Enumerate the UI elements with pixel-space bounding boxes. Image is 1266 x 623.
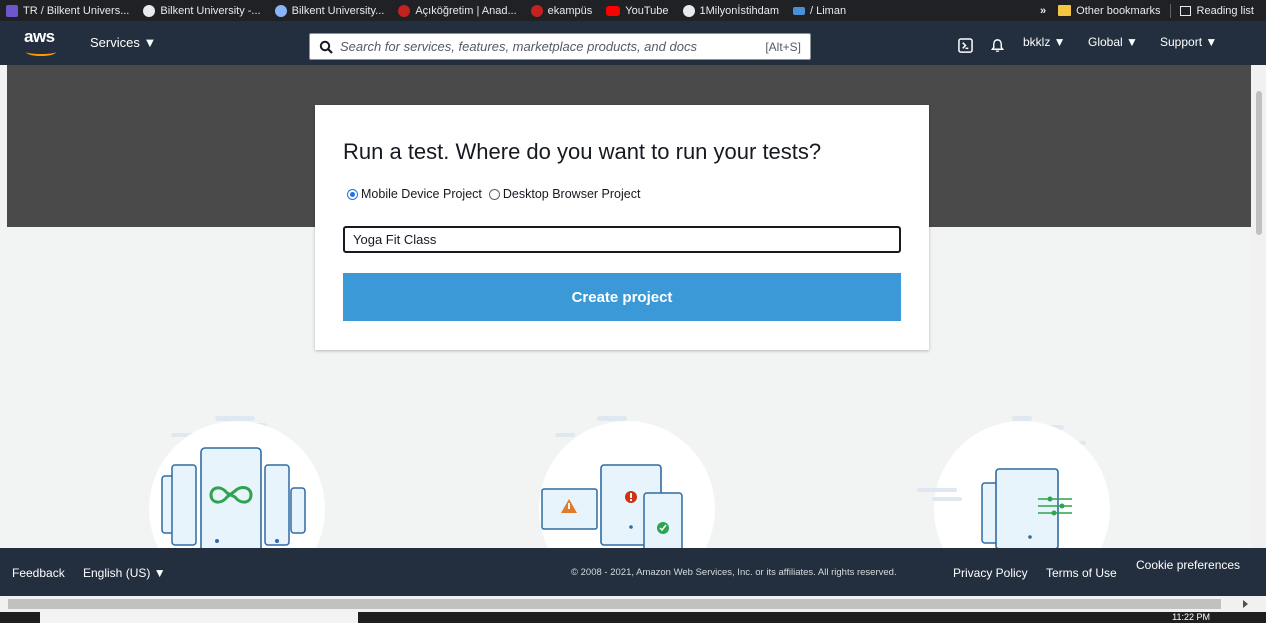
- user-menu[interactable]: bkklz ▼: [1023, 35, 1066, 49]
- create-project-button[interactable]: Create project: [343, 273, 901, 321]
- aws-nav-bar: aws Services ▼ [Alt+S] bkklz ▼ Global ▼ …: [0, 21, 1266, 65]
- search-icon: [319, 40, 333, 54]
- radio-mobile-label[interactable]: Mobile Device Project: [361, 187, 482, 201]
- test-results-illustration: [539, 416, 715, 548]
- bookmark-1milyonistihdam[interactable]: 1Milyonİstihdam: [682, 4, 779, 17]
- cookie-preferences-link[interactable]: Cookie preferences: [1136, 558, 1240, 572]
- radio-desktop-label[interactable]: Desktop Browser Project: [503, 187, 641, 201]
- bookmarks-bar: TR / Bilkent Univers... Bilkent Universi…: [0, 0, 1266, 21]
- aws-logo[interactable]: aws: [24, 27, 64, 57]
- bookmarks-overflow-button[interactable]: »: [1040, 5, 1046, 17]
- terms-of-use-link[interactable]: Terms of Use: [1046, 566, 1117, 580]
- footer: Feedback English (US) ▼ © 2008 - 2021, A…: [0, 548, 1266, 596]
- create-project-card: Run a test. Where do you want to run you…: [315, 105, 929, 350]
- vertical-scrollbar[interactable]: [1251, 65, 1266, 548]
- bookmark-ekampus[interactable]: ekampüs: [530, 4, 592, 17]
- project-name-input[interactable]: [343, 226, 901, 253]
- taskbar: 11:22 PM: [0, 612, 1266, 623]
- balloon-icon: [274, 4, 287, 17]
- bookmarks-right: » Other bookmarks Reading list: [1032, 0, 1266, 21]
- services-menu[interactable]: Services ▼: [90, 35, 156, 50]
- scrollbar-thumb[interactable]: [1256, 91, 1262, 235]
- cloudshell-icon[interactable]: [958, 38, 973, 53]
- globe-icon: [682, 4, 695, 17]
- scroll-right-arrow-icon[interactable]: [1243, 600, 1248, 608]
- reading-list-icon: [1179, 5, 1191, 16]
- bell-icon[interactable]: [990, 38, 1005, 53]
- taskbar-clock: 11:22 PM: [1172, 612, 1210, 622]
- search-bar[interactable]: [Alt+S]: [309, 33, 811, 60]
- card-title: Run a test. Where do you want to run you…: [343, 139, 822, 164]
- globe-icon: [143, 4, 156, 17]
- bookmark-acikogretim[interactable]: Açıköğretim | Anad...: [398, 4, 517, 17]
- horizontal-scrollbar[interactable]: [0, 596, 1266, 612]
- bookmark-liman[interactable]: / Liman: [792, 5, 846, 17]
- taskbar-search[interactable]: [40, 612, 358, 623]
- folder-icon: [1058, 5, 1072, 16]
- search-input[interactable]: [340, 39, 766, 54]
- region-menu[interactable]: Global ▼: [1088, 35, 1138, 49]
- device-settings-illustration: [917, 416, 1110, 548]
- anadolu-icon: [530, 4, 543, 17]
- scrollbar-thumb[interactable]: [8, 599, 1221, 609]
- anadolu-icon: [398, 4, 411, 17]
- youtube-icon: [606, 5, 621, 16]
- radio-desktop-browser[interactable]: [488, 188, 500, 200]
- aws-smile-icon: [26, 48, 56, 56]
- copyright-text: © 2008 - 2021, Amazon Web Services, Inc.…: [571, 567, 897, 578]
- other-bookmarks-button[interactable]: Other bookmarks: [1076, 5, 1160, 17]
- support-menu[interactable]: Support ▼: [1160, 35, 1217, 49]
- radio-mobile-device[interactable]: [347, 188, 358, 200]
- privacy-policy-link[interactable]: Privacy Policy: [953, 566, 1028, 580]
- search-shortcut: [Alt+S]: [765, 39, 801, 54]
- reading-list-button[interactable]: Reading list: [1197, 5, 1254, 17]
- shield-icon: [6, 4, 18, 17]
- project-type-options: Mobile Device Project Desktop Browser Pr…: [347, 187, 640, 201]
- bookmark-youtube[interactable]: YouTube: [606, 5, 669, 17]
- bookmark-bilkent-1[interactable]: Bilkent University -...: [143, 4, 261, 17]
- feedback-link[interactable]: Feedback: [12, 566, 65, 580]
- divider: [1169, 3, 1171, 18]
- language-selector[interactable]: English (US) ▼: [83, 566, 166, 580]
- mobile-devices-illustration: [149, 416, 325, 548]
- liman-icon: [792, 6, 805, 15]
- bookmark-tr-bilkent[interactable]: TR / Bilkent Univers...: [6, 4, 129, 17]
- bookmark-bilkent-2[interactable]: Bilkent University...: [274, 4, 384, 17]
